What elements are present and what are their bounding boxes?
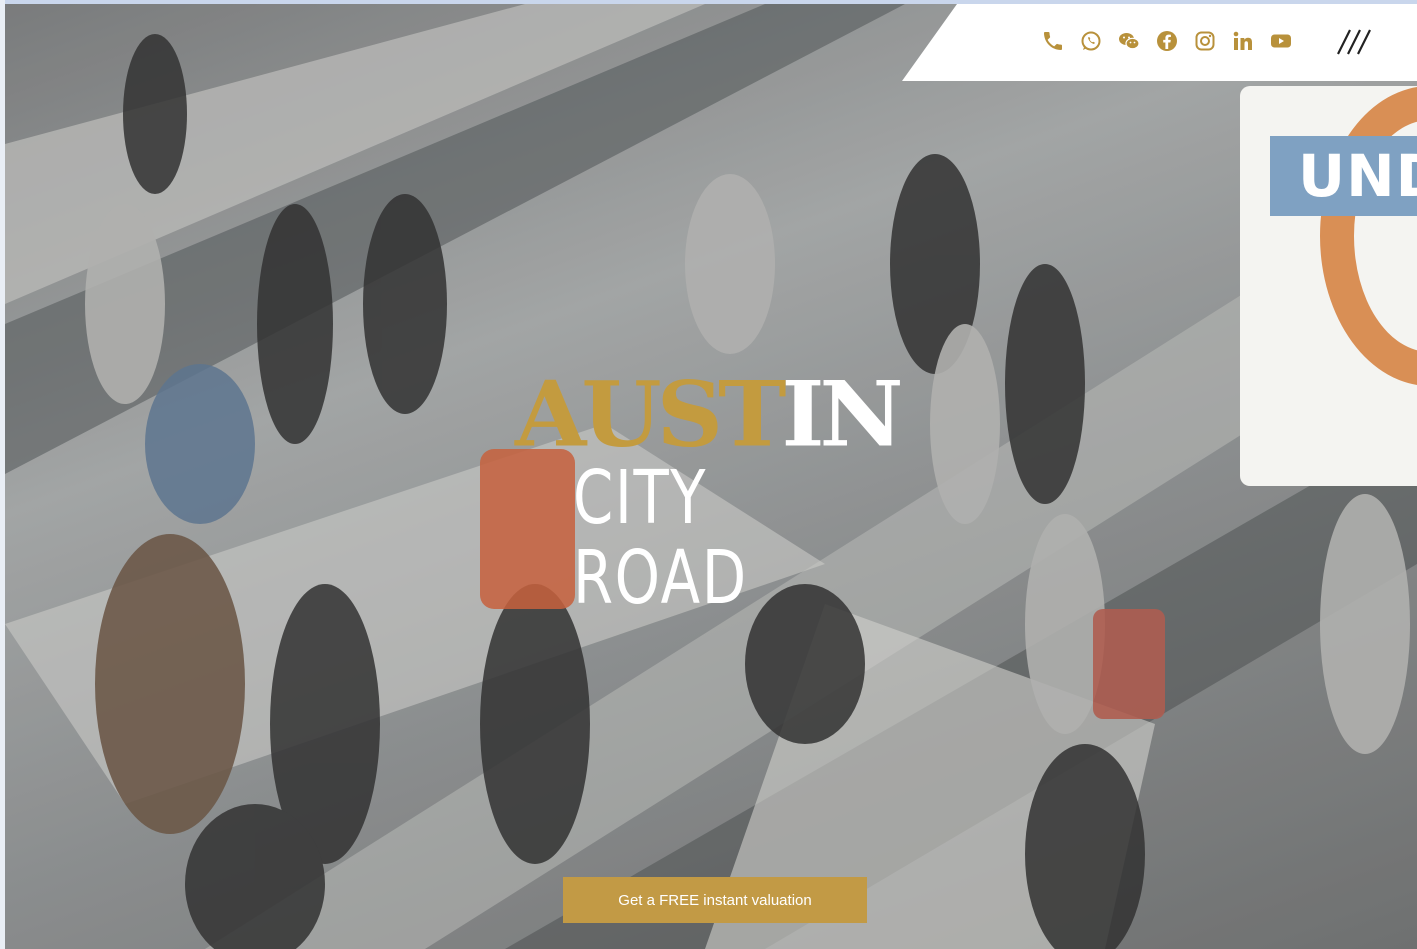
logo-wordmark-white: IN: [781, 361, 904, 467]
underground-sign: UND: [1240, 86, 1417, 486]
sign-roundel-ring: [1320, 86, 1417, 386]
social-icons: [1040, 28, 1294, 54]
whatsapp-icon[interactable]: [1078, 28, 1104, 54]
facebook-icon[interactable]: [1154, 28, 1180, 54]
wechat-icon[interactable]: [1116, 28, 1142, 54]
header-bar: [902, 4, 1417, 81]
free-valuation-button[interactable]: Get a FREE instant valuation: [563, 877, 867, 923]
menu-slashes-icon[interactable]: [1330, 26, 1378, 58]
logo-wordmark-gold: AUST: [515, 361, 787, 467]
instagram-icon[interactable]: [1192, 28, 1218, 54]
logo-wordmark: AUST IN: [515, 361, 915, 467]
youtube-icon[interactable]: [1268, 28, 1294, 54]
sign-roundel-bar: UND: [1270, 136, 1417, 216]
phone-icon[interactable]: [1040, 28, 1066, 54]
austin-city-road-logo: AUST IN CITY ROAD: [515, 361, 915, 621]
logo-subtitle: CITY ROAD: [573, 455, 748, 621]
linkedin-icon[interactable]: [1230, 28, 1256, 54]
